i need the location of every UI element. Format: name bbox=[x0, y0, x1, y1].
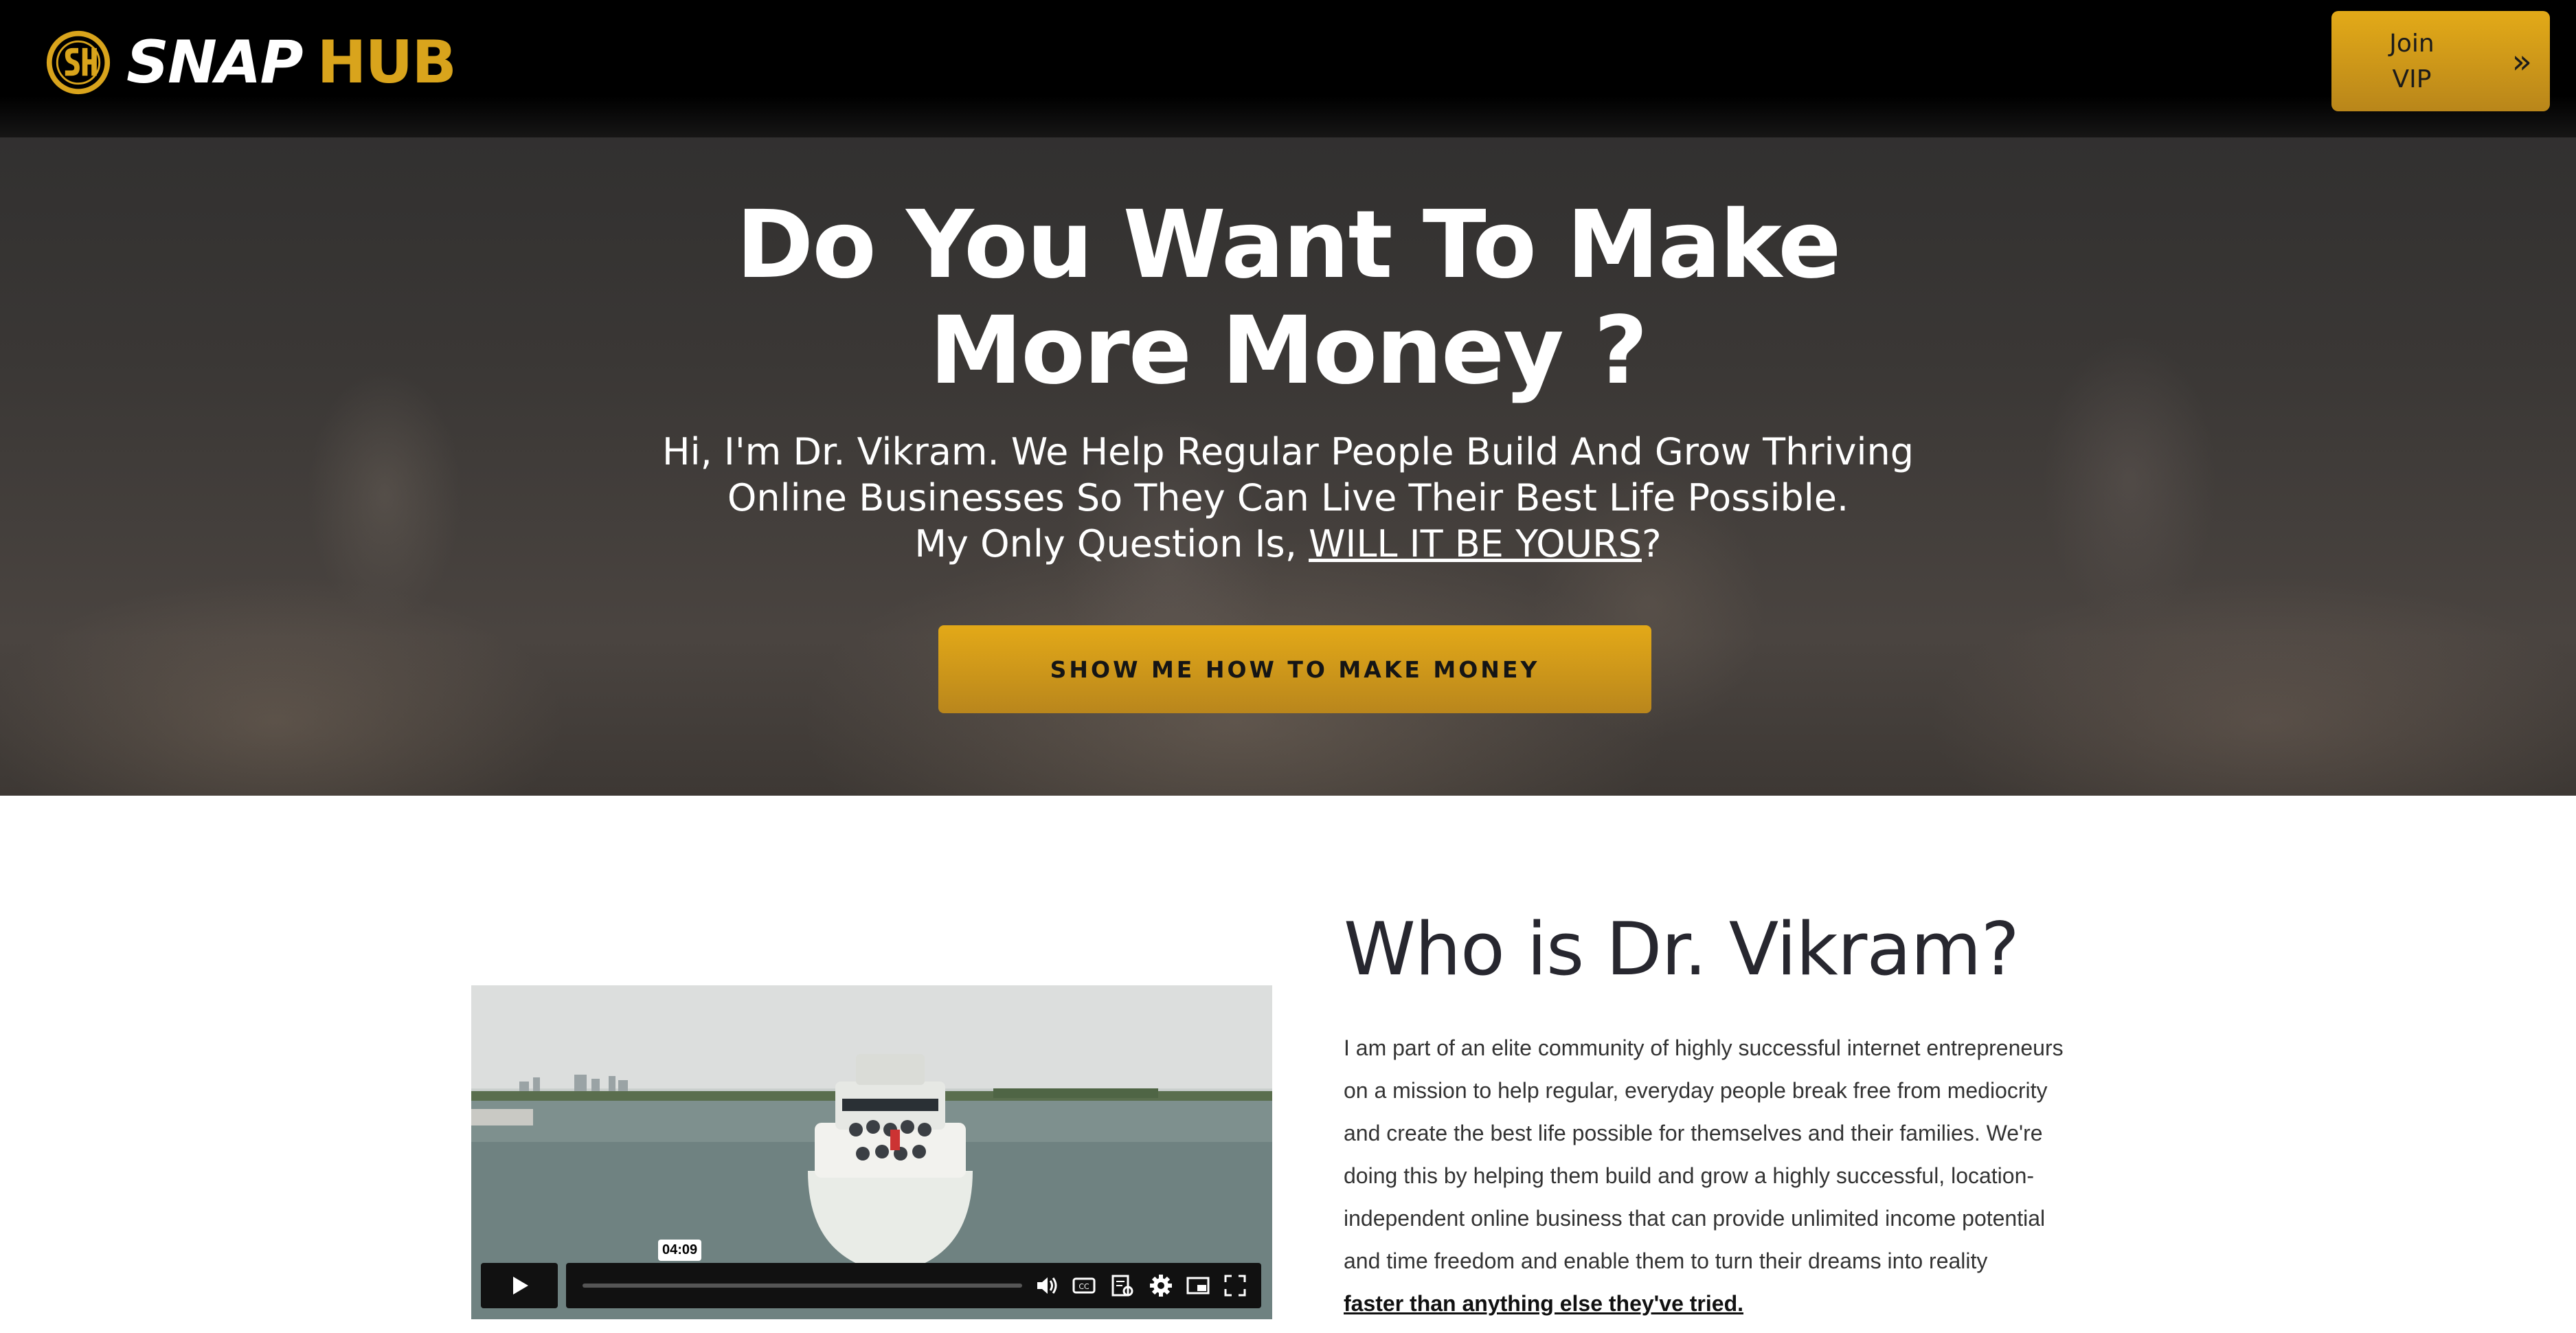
join-vip-button[interactable]: Join VIP » bbox=[2331, 11, 2550, 111]
hero-title-line1: Do You Want To Make bbox=[736, 191, 1841, 300]
about-bold-line: faster than anything else they've tried. bbox=[1344, 1291, 1743, 1316]
about-line: doing this by helping them build and gro… bbox=[1344, 1163, 2035, 1188]
about-title: Who is Dr. Vikram? bbox=[1344, 907, 2020, 992]
logo-text-hub: HUB bbox=[317, 28, 457, 97]
play-icon bbox=[513, 1277, 528, 1295]
play-button[interactable] bbox=[481, 1263, 558, 1308]
hero-sub-suffix: ? bbox=[1641, 522, 1662, 565]
hero-title-line2: More Money ? bbox=[929, 297, 1648, 405]
join-vip-label: Join VIP bbox=[2374, 26, 2450, 98]
captions-icon[interactable]: CC bbox=[1070, 1272, 1098, 1299]
hero-subtitle: Hi, I'm Dr. Vikram. We Help Regular Peop… bbox=[0, 429, 2576, 567]
video-duration: 04:09 bbox=[658, 1240, 702, 1261]
snap-hub-logo[interactable]: SNAP HUB bbox=[45, 26, 457, 99]
video-control-bar: 04:09 CC bbox=[566, 1240, 1261, 1308]
show-me-how-button[interactable]: SHOW ME HOW TO MAKE MONEY bbox=[938, 625, 1651, 713]
about-line: I am part of an elite community of highl… bbox=[1344, 1035, 2064, 1060]
svg-text:CC: CC bbox=[1078, 1282, 1089, 1291]
settings-icon[interactable] bbox=[1147, 1272, 1175, 1299]
logo-emblem-icon bbox=[46, 30, 111, 95]
picture-in-picture-icon[interactable] bbox=[1184, 1272, 1212, 1299]
yacht-image bbox=[808, 1054, 973, 1274]
top-header: SNAP HUB Join VIP » bbox=[0, 0, 2576, 137]
join-label-line2: VIP bbox=[2392, 65, 2432, 93]
double-chevron-right-icon: » bbox=[2511, 43, 2532, 81]
hero-sub-prefix: My Only Question Is, bbox=[914, 522, 1309, 565]
about-line: on a mission to help regular, everyday p… bbox=[1344, 1078, 2048, 1103]
fullscreen-icon[interactable] bbox=[1221, 1272, 1249, 1299]
about-line: and create the best life possible for th… bbox=[1344, 1121, 2043, 1145]
about-line: independent online business that can pro… bbox=[1344, 1206, 2046, 1231]
will-it-be-yours-link[interactable]: WILL IT BE YOURS bbox=[1309, 522, 1642, 565]
about-line: and time freedom and enable them to turn… bbox=[1344, 1248, 1988, 1273]
cta-label: SHOW ME HOW TO MAKE MONEY bbox=[1050, 656, 1540, 683]
volume-icon[interactable] bbox=[1033, 1272, 1061, 1299]
hero-sub-line3: My Only Question Is, WILL IT BE YOURS? bbox=[0, 521, 2576, 567]
hero-sub-line2: Online Businesses So They Can Live Their… bbox=[727, 476, 1849, 519]
hero-title: Do You Want To Make More Money ? bbox=[0, 192, 2576, 404]
transcript-icon[interactable] bbox=[1109, 1272, 1136, 1299]
join-label-line1: Join bbox=[2389, 30, 2434, 58]
logo-text-snap: SNAP bbox=[126, 28, 304, 97]
video-controls: 04:09 CC bbox=[481, 1240, 1261, 1308]
hero-sub-line1: Hi, I'm Dr. Vikram. We Help Regular Peop… bbox=[662, 430, 1914, 473]
video-progress-bar[interactable] bbox=[583, 1284, 1022, 1288]
about-body: I am part of an elite community of highl… bbox=[1344, 1027, 2086, 1325]
intro-video-player[interactable]: 04:09 CC bbox=[471, 985, 1272, 1319]
